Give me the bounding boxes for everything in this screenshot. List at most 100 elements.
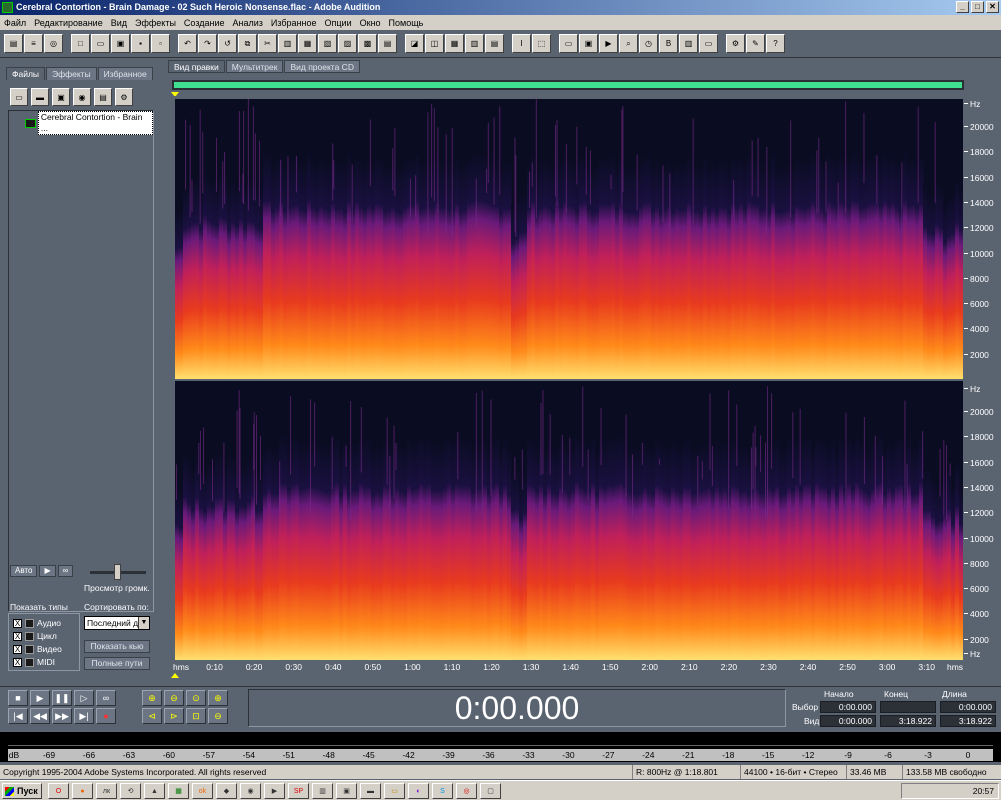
visible-range[interactable] <box>174 82 962 88</box>
redo-icon[interactable]: ↷ <box>198 34 217 53</box>
start-button[interactable]: Пуск <box>2 783 42 799</box>
tab-cd-project[interactable]: Вид проекта CD <box>284 60 360 73</box>
record-button[interactable]: ● <box>96 708 116 724</box>
go-to-start-button[interactable]: |◀ <box>8 708 28 724</box>
organizer-icon[interactable]: ▭ <box>559 34 578 53</box>
checkbox-midi[interactable]: X <box>13 657 22 667</box>
zoom-in-vertical-icon[interactable]: ⊕ <box>208 690 228 706</box>
save-icon[interactable]: ▪ <box>131 34 150 53</box>
type-audio[interactable]: X Аудио <box>13 618 61 628</box>
repeat-icon[interactable]: ↺ <box>218 34 237 53</box>
slider-thumb[interactable] <box>114 564 121 580</box>
checkbox-video[interactable]: X <box>13 644 22 654</box>
start-marker-bottom[interactable] <box>171 673 179 678</box>
copy-icon[interactable]: ⧉ <box>238 34 257 53</box>
minimize-button[interactable]: _ <box>956 1 969 13</box>
time-selection-tool-icon[interactable]: I <box>512 34 531 53</box>
settings-icon[interactable]: ⚙ <box>726 34 745 53</box>
paste-new-icon[interactable]: ▦ <box>298 34 317 53</box>
window-icon[interactable]: ▢ <box>480 783 501 799</box>
go-to-end-button[interactable]: ▶| <box>74 708 94 724</box>
spectral-view-icon[interactable]: ◪ <box>405 34 424 53</box>
tab-favorites[interactable]: Избранное <box>97 67 153 80</box>
mix-paste-icon[interactable]: ▧ <box>318 34 337 53</box>
zoom-out-vertical-icon[interactable]: ⊖ <box>208 708 228 724</box>
view-end-field[interactable]: 3:18.922 <box>880 715 936 727</box>
preview-volume-slider[interactable] <box>90 563 146 581</box>
spectral-display[interactable] <box>172 96 964 674</box>
zoom-out-horizontal-icon[interactable]: ⊖ <box>164 690 184 706</box>
zoom-to-right-icon[interactable]: ⊳ <box>164 708 184 724</box>
folder-icon[interactable]: ▭ <box>384 783 405 799</box>
undo-icon[interactable]: ↶ <box>178 34 197 53</box>
type-video[interactable]: X Видео <box>13 644 62 654</box>
new-file-icon[interactable]: □ <box>71 34 90 53</box>
menu-options[interactable]: Опции <box>321 18 356 28</box>
zoom-selection-icon[interactable]: ⊡ <box>186 708 206 724</box>
sp-icon[interactable]: SP <box>288 783 309 799</box>
insert-multitrack-icon[interactable]: ▤ <box>94 88 112 106</box>
close-button[interactable]: ✕ <box>986 1 999 13</box>
maximize-button[interactable]: □ <box>971 1 984 13</box>
menu-edit[interactable]: Редактирование <box>30 18 107 28</box>
overview-bar[interactable] <box>172 80 964 90</box>
spectrogram-right-channel[interactable] <box>175 381 963 660</box>
view-length-field[interactable]: 3:18.922 <box>940 715 996 727</box>
skype-icon[interactable]: S <box>432 783 453 799</box>
paste-icon[interactable]: ▥ <box>278 34 297 53</box>
tool-icon[interactable]: ▲ <box>144 783 165 799</box>
script-icon[interactable]: ✎ <box>746 34 765 53</box>
show-cue-button[interactable]: Показать кью <box>84 640 150 653</box>
rewind-button[interactable]: ◀◀ <box>30 708 50 724</box>
spectral-phase-icon[interactable]: ▤ <box>485 34 504 53</box>
level-meter-icon[interactable]: ▥ <box>679 34 698 53</box>
play-preview-icon[interactable]: ▶ <box>39 565 56 577</box>
open-folder-icon[interactable]: ▬ <box>31 88 49 106</box>
selection-end-field[interactable] <box>880 701 936 713</box>
ok-icon[interactable]: ok <box>192 783 213 799</box>
help-icon[interactable]: ? <box>766 34 785 53</box>
edit-file-icon[interactable]: ◉ <box>73 88 91 106</box>
menu-analyze[interactable]: Анализ <box>229 18 267 28</box>
silence-icon[interactable]: ▩ <box>358 34 377 53</box>
audition-task-icon[interactable]: ▥ <box>312 783 333 799</box>
close-file-icon[interactable]: ▣ <box>111 34 130 53</box>
waveform-view-icon[interactable]: ◫ <box>425 34 444 53</box>
chevron-down-icon[interactable]: ▼ <box>138 617 149 629</box>
tab-edit-view[interactable]: Вид правки <box>168 60 225 73</box>
checkbox-audio[interactable]: X <box>13 618 22 628</box>
chrome-icon[interactable]: ◎ <box>456 783 477 799</box>
edit-view-icon[interactable]: ▤ <box>4 34 23 53</box>
play-to-end-button[interactable]: ▷ <box>74 690 94 706</box>
insert-icon[interactable]: ▤ <box>378 34 397 53</box>
fast-forward-button[interactable]: ▶▶ <box>52 708 72 724</box>
spectrogram-left-channel[interactable] <box>175 99 963 379</box>
zoom-to-left-icon[interactable]: ⊲ <box>142 708 162 724</box>
close-file-icon[interactable]: ▣ <box>52 88 70 106</box>
tab-effects[interactable]: Эффекты <box>46 67 97 80</box>
options-icon[interactable]: ⚙ <box>115 88 133 106</box>
selection-start-field[interactable]: 0:00.000 <box>820 701 876 713</box>
marquee-tool-icon[interactable]: ⬚ <box>532 34 551 53</box>
time-window-icon[interactable]: ◷ <box>639 34 658 53</box>
firefox-icon[interactable]: ● <box>72 783 93 799</box>
menu-effects[interactable]: Эффекты <box>131 18 180 28</box>
media-icon[interactable]: ▶ <box>264 783 285 799</box>
play-button[interactable]: ▶ <box>30 690 50 706</box>
spectral-freq-icon[interactable]: ▦ <box>445 34 464 53</box>
sort-dropdown[interactable]: Последний до ▼ <box>84 616 150 630</box>
game-icon[interactable]: ◆ <box>216 783 237 799</box>
transport-icon[interactable]: ▶ <box>599 34 618 53</box>
menu-help[interactable]: Помощь <box>385 18 428 28</box>
spectral-pan-icon[interactable]: ▥ <box>465 34 484 53</box>
menu-generate[interactable]: Создание <box>180 18 229 28</box>
menu-file[interactable]: Файл <box>0 18 30 28</box>
explorer-icon[interactable]: ▣ <box>336 783 357 799</box>
menu-favorites[interactable]: Избранное <box>267 18 321 28</box>
loop-button[interactable]: ∞ <box>96 690 116 706</box>
tab-multitrack[interactable]: Мультитрек <box>225 60 284 73</box>
trim-icon[interactable]: ▨ <box>338 34 357 53</box>
zoom-full-icon[interactable]: ⊙ <box>186 690 206 706</box>
file-list-item[interactable]: Cerebral Contortion - Brain ... <box>25 111 153 135</box>
bits-window-icon[interactable]: B <box>659 34 678 53</box>
